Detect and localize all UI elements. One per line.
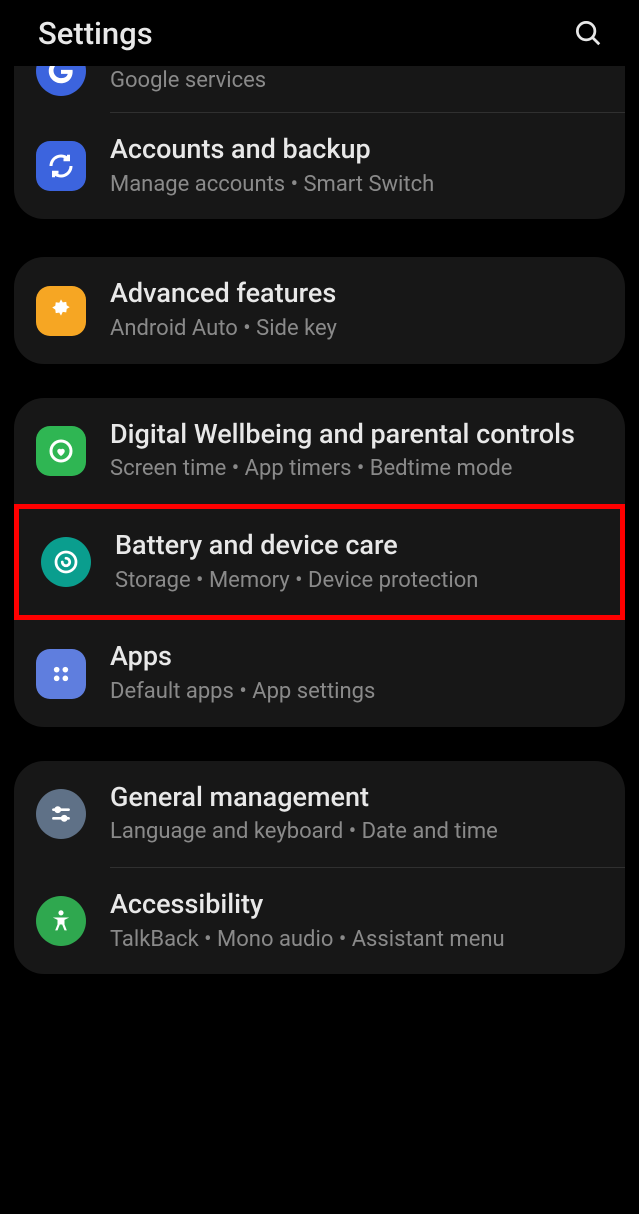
wellbeing-icon (36, 426, 86, 476)
item-text: Battery and device care Storage • Memory… (115, 529, 598, 595)
item-text: Apps Default apps • App settings (110, 640, 603, 706)
settings-group: Digital Wellbeing and parental controls … (14, 398, 625, 727)
sync-icon (36, 141, 86, 191)
item-text: Accessibility TalkBack • Mono audio • As… (110, 888, 603, 954)
google-icon (36, 66, 86, 96)
settings-header: Settings (0, 0, 639, 66)
page-title: Settings (38, 15, 153, 52)
item-subtitle: Android Auto • Side key (110, 315, 603, 344)
item-title: Accounts and backup (110, 133, 603, 167)
item-subtitle: Storage • Memory • Device protection (115, 567, 598, 596)
gear-plus-icon (36, 286, 86, 336)
item-title: Apps (110, 640, 603, 674)
item-subtitle: Default apps • App settings (110, 678, 603, 707)
item-text: General management Language and keyboard… (110, 781, 603, 847)
item-text: Digital Wellbeing and parental controls … (110, 418, 603, 484)
settings-group: Google services Accounts and backup Mana… (14, 66, 625, 219)
item-title: Digital Wellbeing and parental controls (110, 418, 603, 452)
item-subtitle: TalkBack • Mono audio • Assistant menu (110, 926, 603, 955)
device-care-icon (41, 537, 91, 587)
settings-list: Google services Accounts and backup Mana… (0, 66, 639, 974)
item-text: Accounts and backup Manage accounts • Sm… (110, 133, 603, 199)
settings-item-google[interactable]: Google services (14, 66, 625, 112)
settings-item-battery-device-care[interactable]: Battery and device care Storage • Memory… (14, 504, 625, 620)
item-subtitle: Manage accounts • Smart Switch (110, 171, 603, 200)
apps-icon (36, 649, 86, 699)
settings-item-general-management[interactable]: General management Language and keyboard… (14, 761, 625, 867)
search-icon[interactable] (573, 18, 603, 48)
item-title: Accessibility (110, 888, 603, 922)
item-subtitle: Language and keyboard • Date and time (110, 818, 603, 847)
item-text: Advanced features Android Auto • Side ke… (110, 277, 603, 343)
settings-item-apps[interactable]: Apps Default apps • App settings (14, 620, 625, 726)
item-subtitle: Google services (110, 67, 603, 96)
settings-item-accounts-backup[interactable]: Accounts and backup Manage accounts • Sm… (14, 113, 625, 219)
item-title: Advanced features (110, 277, 603, 311)
settings-group: General management Language and keyboard… (14, 761, 625, 975)
settings-item-advanced-features[interactable]: Advanced features Android Auto • Side ke… (14, 257, 625, 363)
settings-item-digital-wellbeing[interactable]: Digital Wellbeing and parental controls … (14, 398, 625, 504)
sliders-icon (36, 789, 86, 839)
item-subtitle: Screen time • App timers • Bedtime mode (110, 455, 603, 484)
settings-item-accessibility[interactable]: Accessibility TalkBack • Mono audio • As… (14, 868, 625, 974)
accessibility-icon (36, 896, 86, 946)
item-title: Battery and device care (115, 529, 598, 563)
settings-group: Advanced features Android Auto • Side ke… (14, 257, 625, 363)
item-title: General management (110, 781, 603, 815)
item-text: Google services (110, 67, 603, 96)
